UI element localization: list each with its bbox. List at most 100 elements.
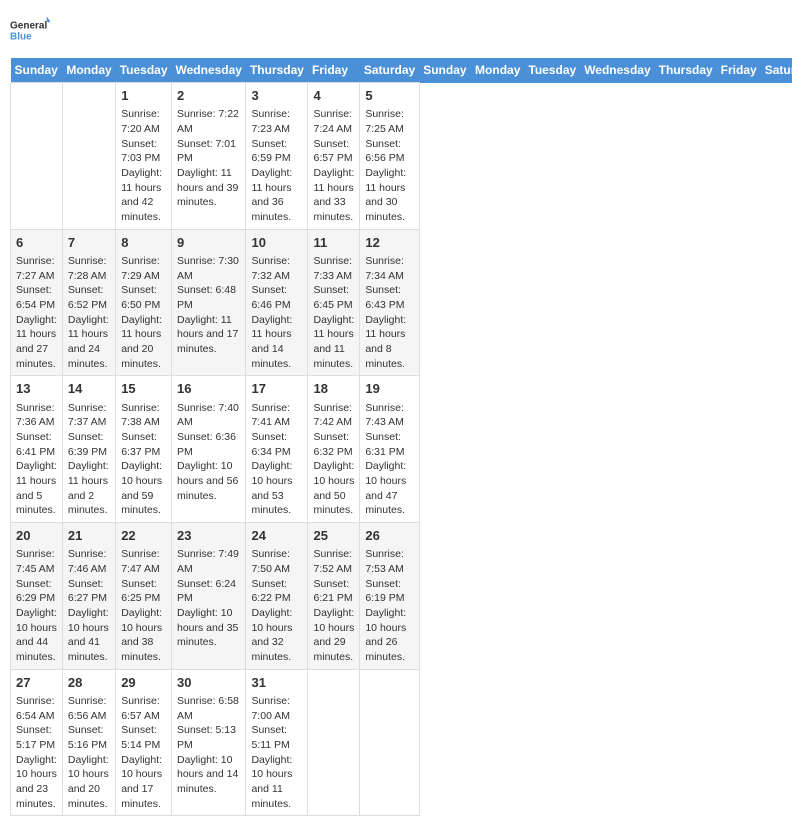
header-monday: Monday [62,58,115,83]
calendar-day: 27Sunrise: 6:54 AM Sunset: 5:17 PM Dayli… [11,669,63,816]
calendar-day: 9 Sunrise: 7:30 AM Sunset: 6:48 PM Daylig… [172,229,246,376]
day-info: Sunrise: 7:34 AM Sunset: 6:43 PM Dayligh… [365,254,413,372]
day-info: Sunrise: 7:38 AM Sunset: 6:37 PM Dayligh… [121,401,166,519]
calendar-day: 21Sunrise: 7:46 AM Sunset: 6:27 PM Dayli… [62,523,115,670]
calendar-day: 31 Sunrise: 7:00 AM Sunset: 5:11 PM Dayli… [246,669,308,816]
day-info: Sunrise: 7:25 AM Sunset: 6:56 PM Dayligh… [365,107,413,225]
day-info: Sunrise: 7:41 AM Sunset: 6:34 PM Dayligh… [251,401,302,519]
day-info: Sunrise: 6:58 AM Sunset: 5:13 PM Dayligh… [177,694,240,797]
col-header-friday: Friday [717,58,761,83]
day-info: Sunrise: 7:50 AM Sunset: 6:22 PM Dayligh… [251,547,302,665]
page-header: General Blue [10,10,782,50]
day-info: Sunrise: 7:36 AM Sunset: 6:41 PM Dayligh… [16,401,57,519]
day-number: 31 [251,674,302,692]
col-header-thursday: Thursday [655,58,717,83]
col-header-wednesday: Wednesday [580,58,654,83]
col-header-saturday: Saturday [761,58,792,83]
calendar-day: 16Sunrise: 7:40 AM Sunset: 6:36 PM Dayli… [172,376,246,523]
calendar-day: 22 Sunrise: 7:47 AM Sunset: 6:25 PM Dayli… [116,523,172,670]
day-number: 28 [68,674,110,692]
day-number: 11 [313,234,354,252]
calendar-week-3: 13 Sunrise: 7:36 AM Sunset: 6:41 PM Dayli… [11,376,792,523]
calendar-day: 28 Sunrise: 6:56 AM Sunset: 5:16 PM Dayli… [62,669,115,816]
calendar-week-1: 1 Sunrise: 7:20 AM Sunset: 7:03 PM Daylig… [11,83,792,230]
calendar-day [308,669,360,816]
calendar-day: 13 Sunrise: 7:36 AM Sunset: 6:41 PM Dayli… [11,376,63,523]
day-info: Sunrise: 7:29 AM Sunset: 6:50 PM Dayligh… [121,254,166,372]
day-info: Sunrise: 7:24 AM Sunset: 6:57 PM Dayligh… [313,107,354,225]
calendar-day: 3 Sunrise: 7:23 AM Sunset: 6:59 PM Daylig… [246,83,308,230]
calendar-day: 4 Sunrise: 7:24 AM Sunset: 6:57 PM Daylig… [308,83,360,230]
calendar-day: 11 Sunrise: 7:33 AM Sunset: 6:45 PM Dayli… [308,229,360,376]
calendar-day: 12 Sunrise: 7:34 AM Sunset: 6:43 PM Dayli… [360,229,419,376]
day-number: 2 [177,87,240,105]
calendar-day: 17Sunrise: 7:41 AM Sunset: 6:34 PM Dayli… [246,376,308,523]
calendar-week-4: 20 Sunrise: 7:45 AM Sunset: 6:29 PM Dayli… [11,523,792,670]
day-number: 14 [68,380,110,398]
day-number: 4 [313,87,354,105]
day-info: Sunrise: 7:49 AM Sunset: 6:24 PM Dayligh… [177,547,240,650]
day-number: 25 [313,527,354,545]
svg-text:Blue: Blue [10,31,32,42]
col-header-sunday: Sunday [419,58,471,83]
day-info: Sunrise: 7:46 AM Sunset: 6:27 PM Dayligh… [68,547,110,665]
day-info: Sunrise: 7:00 AM Sunset: 5:11 PM Dayligh… [251,694,302,812]
day-number: 3 [251,87,302,105]
day-info: Sunrise: 7:28 AM Sunset: 6:52 PM Dayligh… [68,254,110,372]
day-info: Sunrise: 7:23 AM Sunset: 6:59 PM Dayligh… [251,107,302,225]
col-header-monday: Monday [471,58,524,83]
calendar-day: 10 Sunrise: 7:32 AM Sunset: 6:46 PM Dayli… [246,229,308,376]
calendar-day: 19 Sunrise: 7:43 AM Sunset: 6:31 PM Dayli… [360,376,419,523]
day-number: 24 [251,527,302,545]
calendar-day: 5 Sunrise: 7:25 AM Sunset: 6:56 PM Daylig… [360,83,419,230]
calendar-day: 25Sunrise: 7:52 AM Sunset: 6:21 PM Dayli… [308,523,360,670]
day-info: Sunrise: 7:32 AM Sunset: 6:46 PM Dayligh… [251,254,302,372]
day-info: Sunrise: 7:30 AM Sunset: 6:48 PM Dayligh… [177,254,240,357]
day-number: 30 [177,674,240,692]
calendar-day: 2Sunrise: 7:22 AM Sunset: 7:01 PM Daylig… [172,83,246,230]
calendar-day: 14 Sunrise: 7:37 AM Sunset: 6:39 PM Dayli… [62,376,115,523]
calendar-day [11,83,63,230]
day-info: Sunrise: 7:47 AM Sunset: 6:25 PM Dayligh… [121,547,166,665]
day-number: 19 [365,380,413,398]
day-info: Sunrise: 7:27 AM Sunset: 6:54 PM Dayligh… [16,254,57,372]
day-number: 23 [177,527,240,545]
col-header-tuesday: Tuesday [524,58,580,83]
day-number: 10 [251,234,302,252]
day-number: 26 [365,527,413,545]
day-number: 29 [121,674,166,692]
day-info: Sunrise: 6:57 AM Sunset: 5:14 PM Dayligh… [121,694,166,812]
day-number: 1 [121,87,166,105]
day-number: 8 [121,234,166,252]
day-info: Sunrise: 7:37 AM Sunset: 6:39 PM Dayligh… [68,401,110,519]
day-info: Sunrise: 7:43 AM Sunset: 6:31 PM Dayligh… [365,401,413,519]
day-info: Sunrise: 7:42 AM Sunset: 6:32 PM Dayligh… [313,401,354,519]
day-info: Sunrise: 7:33 AM Sunset: 6:45 PM Dayligh… [313,254,354,372]
calendar-day: 24 Sunrise: 7:50 AM Sunset: 6:22 PM Dayli… [246,523,308,670]
calendar-day: 23 Sunrise: 7:49 AM Sunset: 6:24 PM Dayli… [172,523,246,670]
day-number: 18 [313,380,354,398]
day-info: Sunrise: 7:45 AM Sunset: 6:29 PM Dayligh… [16,547,57,665]
header-wednesday: Wednesday [172,58,246,83]
calendar-table: SundayMondayTuesdayWednesdayThursdayFrid… [10,58,792,816]
day-info: Sunrise: 7:20 AM Sunset: 7:03 PM Dayligh… [121,107,166,225]
day-number: 6 [16,234,57,252]
calendar-day: 29 Sunrise: 6:57 AM Sunset: 5:14 PM Dayli… [116,669,172,816]
day-number: 7 [68,234,110,252]
day-number: 5 [365,87,413,105]
day-number: 12 [365,234,413,252]
day-info: Sunrise: 7:40 AM Sunset: 6:36 PM Dayligh… [177,401,240,504]
calendar-day: 7 Sunrise: 7:28 AM Sunset: 6:52 PM Daylig… [62,229,115,376]
day-info: Sunrise: 7:53 AM Sunset: 6:19 PM Dayligh… [365,547,413,665]
header-tuesday: Tuesday [116,58,172,83]
day-number: 20 [16,527,57,545]
calendar-day [360,669,419,816]
calendar-week-5: 27Sunrise: 6:54 AM Sunset: 5:17 PM Dayli… [11,669,792,816]
logo: General Blue [10,10,50,50]
day-info: Sunrise: 6:56 AM Sunset: 5:16 PM Dayligh… [68,694,110,812]
header-sunday: Sunday [11,58,63,83]
logo-svg: General Blue [10,10,50,50]
day-number: 9 [177,234,240,252]
day-number: 22 [121,527,166,545]
day-number: 13 [16,380,57,398]
